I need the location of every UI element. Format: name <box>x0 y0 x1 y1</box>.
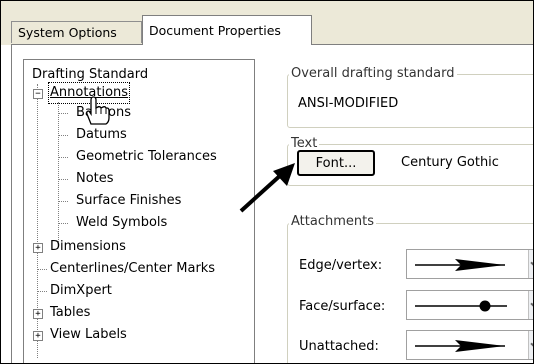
tree-line <box>58 135 68 136</box>
overall-standard-value[interactable]: ANSI-MODIFIED <box>298 96 398 111</box>
tree-item-centerlines[interactable]: Centerlines/Center Marks <box>50 260 215 278</box>
tree-item-geometric-tolerances[interactable]: Geometric Tolerances <box>76 148 217 166</box>
face-surface-label: Face/surface: <box>299 299 386 314</box>
dot-icon <box>415 300 507 312</box>
chevron-down-icon <box>530 338 533 350</box>
overall-standard-title: Overall drafting standard <box>289 66 457 81</box>
face-surface-select[interactable] <box>406 290 533 320</box>
callout-arrow-icon <box>239 163 295 213</box>
tree-item-surface-finishes[interactable]: Surface Finishes <box>76 192 181 210</box>
tree-item-dimensions[interactable]: Dimensions <box>50 238 126 256</box>
expand-icon[interactable]: + <box>33 331 43 341</box>
tree-item-datums[interactable]: Datums <box>76 126 127 144</box>
tree-line <box>58 157 68 158</box>
options-tree: Drafting Standard − Annotations Balloons… <box>23 59 255 363</box>
tree-line <box>58 179 68 180</box>
tab-system-options[interactable]: System Options <box>11 21 142 43</box>
tree-line <box>58 223 68 224</box>
arrow-icon <box>415 340 505 352</box>
chevron-down-icon <box>530 298 533 310</box>
tree-item-weld-symbols[interactable]: Weld Symbols <box>76 214 167 232</box>
tree-item-tables[interactable]: Tables <box>50 304 90 322</box>
tree-line <box>58 102 59 246</box>
hand-pointer-icon <box>86 96 110 125</box>
attachments-title: Attachments <box>289 214 376 229</box>
document-properties-dialog: System Options Document Properties Draft… <box>0 0 534 364</box>
expand-icon[interactable]: + <box>33 309 43 319</box>
text-group-title: Text <box>289 136 320 151</box>
font-name-value: Century Gothic <box>401 155 499 170</box>
tree-line <box>37 269 47 270</box>
edge-vertex-label: Edge/vertex: <box>299 258 383 273</box>
dropdown-button[interactable] <box>528 331 533 359</box>
tab-document-properties[interactable]: Document Properties <box>142 15 312 45</box>
unattached-label: Unattached: <box>299 339 379 354</box>
tree-item-drafting-standard[interactable]: Drafting Standard <box>32 66 148 84</box>
unattached-select[interactable] <box>406 330 533 360</box>
tree-line <box>58 201 68 202</box>
arrow-icon <box>415 259 505 271</box>
tree-item-view-labels[interactable]: View Labels <box>50 326 127 344</box>
tree-item-notes[interactable]: Notes <box>76 170 114 188</box>
tree-line <box>37 291 47 292</box>
font-button[interactable]: Font... <box>297 150 375 176</box>
tree-item-dimxpert[interactable]: DimXpert <box>50 282 112 300</box>
collapse-icon[interactable]: − <box>33 89 43 99</box>
expand-icon[interactable]: + <box>33 243 43 253</box>
tab-strip: System Options Document Properties <box>1 1 533 45</box>
tree-line <box>58 113 68 114</box>
dropdown-button[interactable] <box>528 250 533 278</box>
chevron-down-icon <box>530 257 533 269</box>
dropdown-button[interactable] <box>528 291 533 319</box>
edge-vertex-select[interactable] <box>406 249 533 279</box>
